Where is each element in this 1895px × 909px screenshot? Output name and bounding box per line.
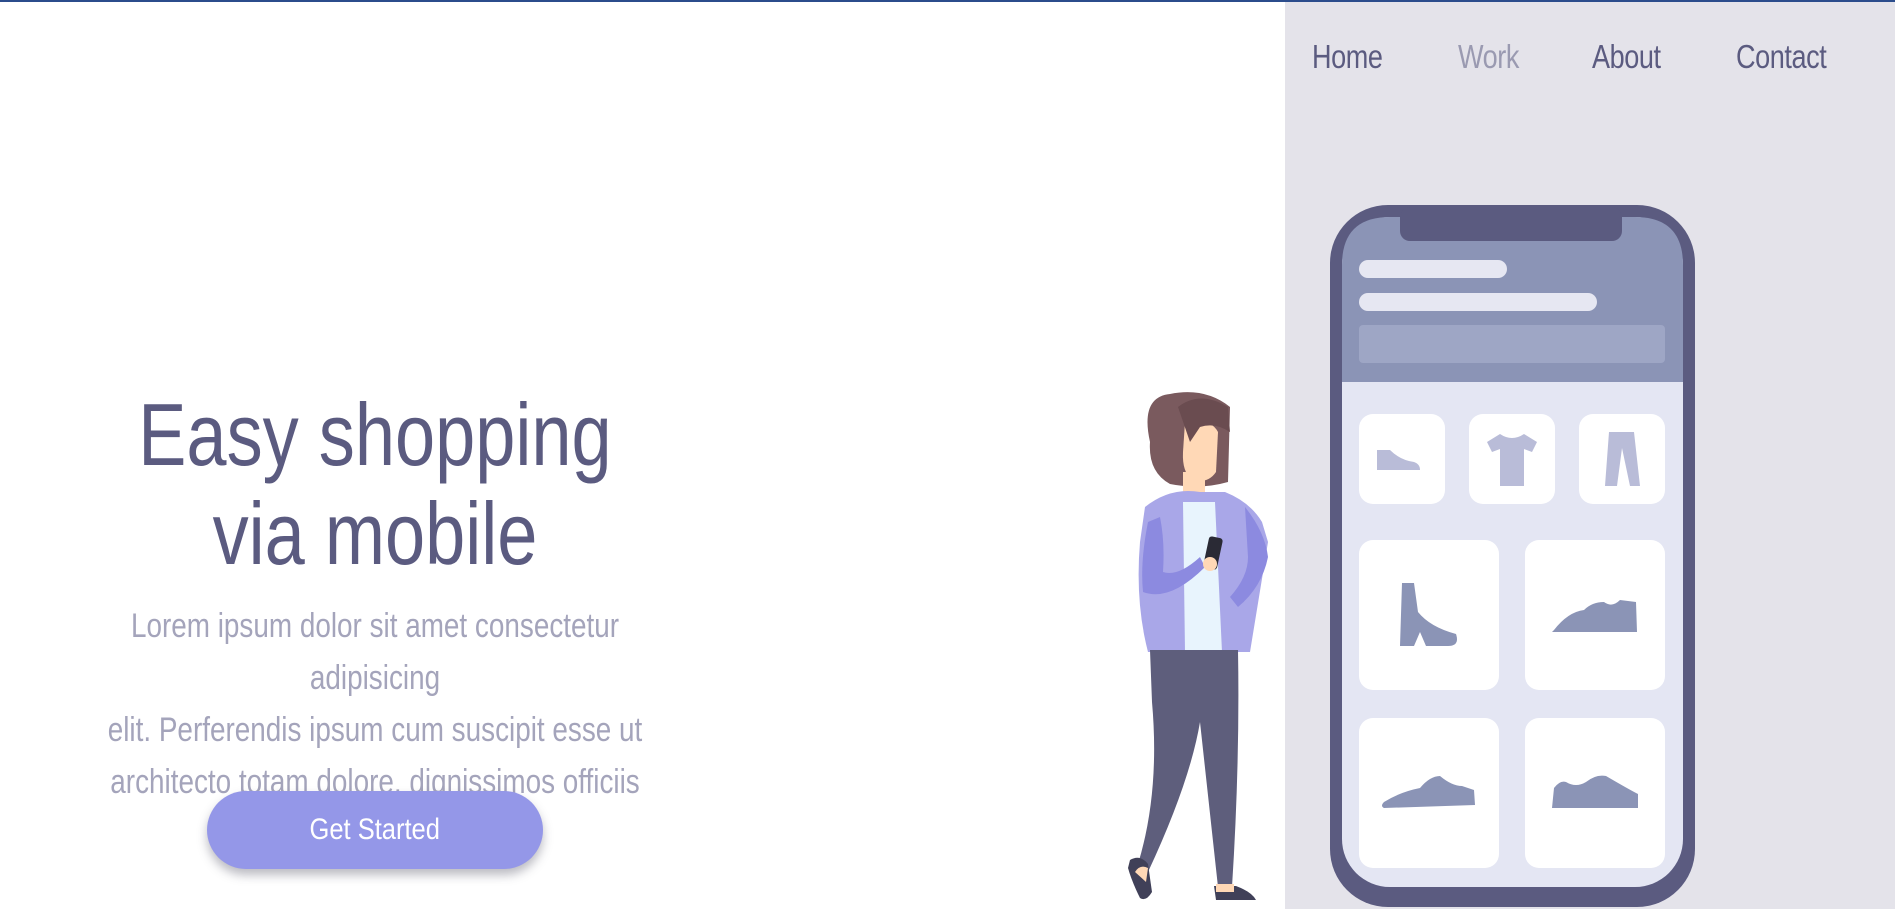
- nav-contact[interactable]: Contact: [1736, 38, 1827, 76]
- nav-work[interactable]: Work: [1458, 38, 1519, 76]
- get-started-button[interactable]: Get Started: [207, 791, 543, 869]
- nav-home[interactable]: Home: [1312, 38, 1383, 76]
- hero-text-line2: elit. Perferendis ipsum cum suscipit ess…: [107, 711, 643, 749]
- nav-about[interactable]: About: [1592, 38, 1661, 76]
- hero-title: Easy shopping via mobile: [0, 385, 750, 583]
- hero-title-line1: Easy shopping: [138, 385, 612, 484]
- hero-text-line1: Lorem ipsum dolor sit amet consectetur a…: [130, 607, 620, 697]
- hero-title-line2: via mobile: [212, 484, 538, 583]
- woman-illustration: [1128, 392, 1268, 900]
- main-nav: Home Work About Contact: [1312, 38, 1846, 76]
- get-started-label: Get Started: [309, 813, 441, 846]
- landing-page: Home Work About Contact Easy shopping vi…: [0, 0, 1895, 909]
- right-panel: Home Work About Contact: [1285, 2, 1895, 909]
